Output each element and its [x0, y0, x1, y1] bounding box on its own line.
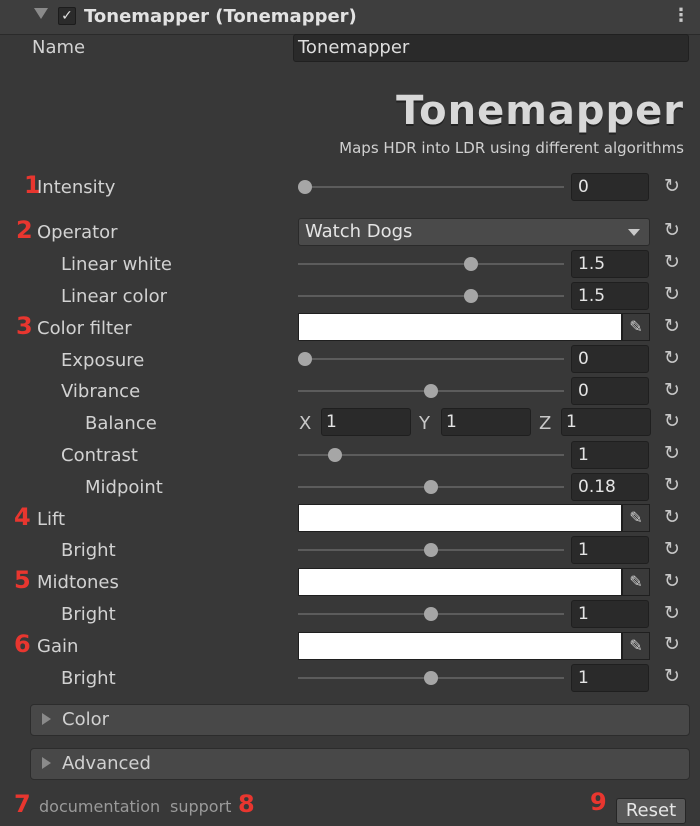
- name-label: Name: [32, 37, 86, 58]
- operator-dropdown[interactable]: Watch Dogs: [298, 218, 650, 246]
- linear-white-label: Linear white: [61, 254, 172, 275]
- midtones-label: Midtones: [37, 572, 119, 593]
- gain-eyedropper-icon[interactable]: ✎: [622, 632, 650, 660]
- logo-subtitle: Maps HDR into LDR using different algori…: [339, 139, 684, 157]
- marker-6: 6: [14, 630, 31, 658]
- gain-bright-label: Bright: [61, 668, 116, 689]
- midtones-swatch[interactable]: [298, 568, 622, 596]
- balance-label: Balance: [85, 413, 157, 434]
- lift-bright-label: Bright: [61, 540, 116, 561]
- midpoint-reset-icon[interactable]: ↻: [661, 474, 683, 496]
- balance-z-label: Z: [539, 413, 552, 434]
- midtones-bright-slider-thumb[interactable]: [424, 607, 438, 621]
- contrast-reset-icon[interactable]: ↻: [661, 442, 683, 464]
- balance-x-field[interactable]: 1: [321, 408, 411, 436]
- documentation-link[interactable]: documentation: [39, 797, 160, 816]
- foldout-arrow-icon[interactable]: [34, 8, 48, 19]
- contrast-slider-thumb[interactable]: [328, 448, 343, 462]
- gain-reset-icon[interactable]: ↻: [661, 633, 683, 655]
- operator-reset-icon[interactable]: ↻: [661, 219, 683, 241]
- color-filter-label: Color filter: [37, 318, 132, 339]
- marker-8: 8: [238, 790, 255, 818]
- marker-7: 7: [14, 790, 31, 818]
- linear-color-slider-track[interactable]: [298, 295, 564, 297]
- component-title: Tonemapper (Tonemapper): [84, 6, 357, 27]
- midtones-reset-icon[interactable]: ↻: [661, 570, 683, 592]
- more-options-icon[interactable]: ⋮: [672, 7, 690, 25]
- tonemapper-logo: Tonemapper: [396, 88, 684, 134]
- gain-swatch[interactable]: [298, 632, 622, 660]
- contrast-value[interactable]: 1: [571, 441, 649, 469]
- marker-5: 5: [14, 566, 31, 594]
- intensity-value[interactable]: 0: [571, 173, 649, 201]
- gain-label: Gain: [37, 636, 79, 657]
- lift-label: Lift: [37, 509, 66, 530]
- advanced-foldout-arrow-icon[interactable]: [42, 757, 51, 769]
- linear-white-value[interactable]: 1.5: [571, 250, 649, 278]
- operator-selected: Watch Dogs: [305, 221, 413, 242]
- operator-label: Operator: [37, 222, 118, 243]
- intensity-label: Intensity: [37, 177, 116, 198]
- linear-color-reset-icon[interactable]: ↻: [661, 283, 683, 305]
- intensity-slider-thumb[interactable]: [298, 180, 312, 194]
- lift-eyedropper-icon[interactable]: ✎: [622, 504, 650, 532]
- marker-4: 4: [14, 503, 31, 531]
- support-link[interactable]: support: [170, 797, 231, 816]
- midpoint-label: Midpoint: [85, 477, 163, 498]
- linear-white-reset-icon[interactable]: ↻: [661, 251, 683, 273]
- color-foldout-arrow-icon[interactable]: [42, 713, 51, 725]
- marker-9: 9: [590, 788, 607, 816]
- midtones-bright-reset-icon[interactable]: ↻: [661, 602, 683, 624]
- gain-bright-slider-thumb[interactable]: [424, 671, 438, 685]
- lift-reset-icon[interactable]: ↻: [661, 506, 683, 528]
- exposure-label: Exposure: [61, 350, 145, 371]
- reset-button[interactable]: Reset: [616, 798, 686, 824]
- lift-bright-slider-thumb[interactable]: [424, 543, 438, 557]
- color-filter-reset-icon[interactable]: ↻: [661, 315, 683, 337]
- name-field[interactable]: Tonemapper: [293, 34, 689, 62]
- vibrance-slider-thumb[interactable]: [424, 384, 438, 398]
- lift-bright-value[interactable]: 1: [571, 536, 649, 564]
- marker-2: 2: [16, 216, 33, 244]
- intensity-reset-icon[interactable]: ↻: [661, 175, 683, 197]
- exposure-slider-track[interactable]: [298, 358, 564, 360]
- marker-3: 3: [16, 312, 33, 340]
- linear-color-label: Linear color: [61, 286, 167, 307]
- exposure-slider-thumb[interactable]: [298, 352, 312, 366]
- linear-color-slider-thumb[interactable]: [464, 289, 479, 303]
- midtones-bright-value[interactable]: 1: [571, 600, 649, 628]
- linear-white-slider-thumb[interactable]: [464, 257, 479, 271]
- balance-z-field[interactable]: 1: [561, 408, 651, 436]
- balance-reset-icon[interactable]: ↻: [661, 410, 683, 432]
- midpoint-value[interactable]: 0.18: [571, 473, 649, 501]
- midtones-bright-label: Bright: [61, 604, 116, 625]
- gain-bright-reset-icon[interactable]: ↻: [661, 665, 683, 687]
- balance-y-label: Y: [419, 413, 430, 434]
- vibrance-label: Vibrance: [61, 381, 141, 402]
- color-section-label: Color: [62, 709, 109, 730]
- vibrance-value[interactable]: 0: [571, 377, 649, 405]
- linear-white-slider-track[interactable]: [298, 263, 564, 265]
- color-filter-swatch[interactable]: [298, 313, 622, 341]
- advanced-section-label: Advanced: [62, 753, 151, 774]
- lift-bright-reset-icon[interactable]: ↻: [661, 538, 683, 560]
- linear-color-value[interactable]: 1.5: [571, 282, 649, 310]
- vibrance-reset-icon[interactable]: ↻: [661, 379, 683, 401]
- exposure-reset-icon[interactable]: ↻: [661, 347, 683, 369]
- chevron-down-icon: [628, 229, 640, 236]
- color-section[interactable]: [30, 704, 690, 736]
- contrast-label: Contrast: [61, 445, 138, 466]
- gain-bright-value[interactable]: 1: [571, 664, 649, 692]
- midpoint-slider-thumb[interactable]: [424, 480, 438, 494]
- intensity-slider-track[interactable]: [298, 186, 564, 188]
- balance-x-label: X: [299, 413, 312, 434]
- enabled-checkbox[interactable]: ✓: [58, 7, 76, 25]
- midtones-eyedropper-icon[interactable]: ✎: [622, 568, 650, 596]
- lift-swatch[interactable]: [298, 504, 622, 532]
- exposure-value[interactable]: 0: [571, 345, 649, 373]
- color-filter-eyedropper-icon[interactable]: ✎: [622, 313, 650, 341]
- balance-y-field[interactable]: 1: [441, 408, 531, 436]
